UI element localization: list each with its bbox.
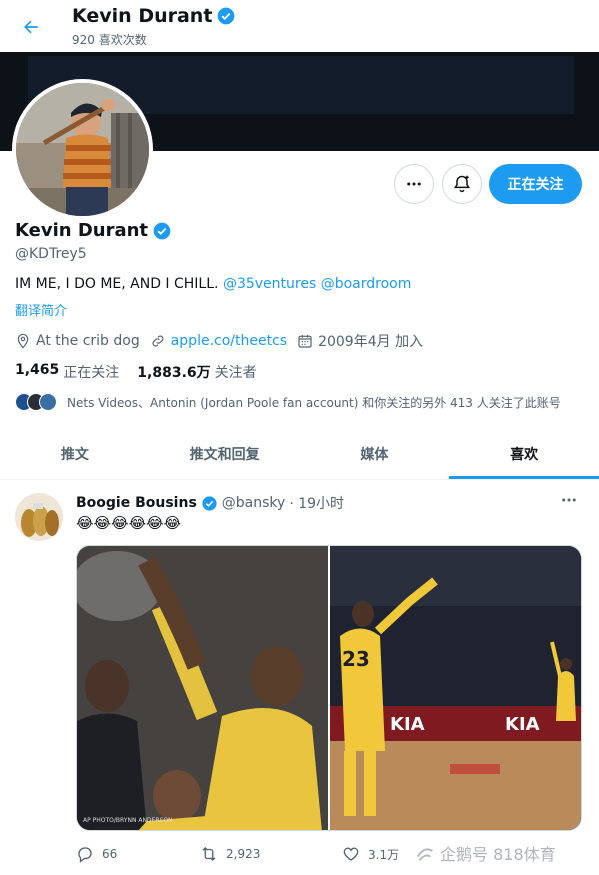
profile-handle: @KDTrey5	[15, 246, 87, 262]
penguin-logo-icon	[416, 848, 433, 861]
verified-badge-icon	[218, 7, 235, 25]
bio-text: IM ME, I DO ME, AND I CHILL.	[15, 276, 219, 292]
location-item: At the crib dog	[15, 333, 140, 349]
followed-by-text: Nets Videos、Antonin (Jordan Poole fan ac…	[67, 395, 561, 410]
following-count-link[interactable]: 1,465 正在关注	[15, 362, 137, 382]
retweet-button[interactable]: 2,923	[200, 845, 260, 863]
tab-likes[interactable]: 喜欢	[449, 428, 599, 479]
followers-count: 1,883.6万	[137, 365, 211, 381]
tweet-media: AP PHOTO/BRYNN ANDERSON KIA KIA 23	[76, 545, 582, 831]
tweet-author-name[interactable]: Boogie Bousins	[76, 495, 197, 511]
profile-name-row: Kevin Durant	[15, 220, 172, 241]
website-item: apple.co/theetcs	[150, 333, 287, 349]
photo-credit: AP PHOTO/BRYNN ANDERSON	[83, 817, 173, 824]
location-pin-icon	[17, 333, 29, 349]
retweet-count: 2,923	[226, 847, 261, 861]
header-title: Kevin Durant	[72, 5, 236, 27]
arrow-left-icon	[24, 20, 38, 34]
translate-bio-link[interactable]: 翻译简介	[15, 300, 67, 319]
tweet-photo-1[interactable]: AP PHOTO/BRYNN ANDERSON	[77, 546, 328, 830]
tweet-author-handle[interactable]: @bansky	[222, 495, 286, 511]
followed-by-row[interactable]: Nets Videos、Antonin (Jordan Poole fan ac…	[15, 393, 561, 411]
back-button[interactable]	[14, 10, 48, 44]
profile-tabs: 推文 推文和回复 媒体 喜欢	[0, 428, 599, 480]
author-avatar-image	[15, 493, 63, 541]
verified-badge-icon	[153, 222, 171, 239]
tweet-item[interactable]: Boogie Bousins @bansky · 19小时 😂😂😂😂😂😂 AP …	[0, 481, 599, 875]
svg-text:KIA: KIA	[505, 714, 540, 735]
calendar-icon	[298, 335, 312, 348]
location-text: At the crib dog	[36, 333, 140, 349]
watermark: 企鹅号 818体育	[414, 841, 556, 865]
profile-avatar[interactable]	[12, 79, 153, 220]
following-count: 1,465	[15, 362, 60, 378]
profile-name: Kevin Durant	[15, 220, 149, 241]
notifications-button[interactable]	[442, 164, 482, 204]
watermark-text: 企鹅号 818体育	[440, 845, 556, 864]
avatar-photo	[16, 83, 149, 216]
website-link[interactable]: apple.co/theetcs	[171, 333, 287, 349]
tweet-header: Boogie Bousins @bansky · 19小时	[76, 493, 344, 513]
more-dots-icon	[407, 182, 421, 186]
tweet-time[interactable]: · 19小时	[289, 493, 344, 513]
heart-icon	[343, 847, 359, 861]
header-name: Kevin Durant	[72, 5, 213, 27]
like-count: 3.1万	[368, 847, 400, 862]
retweet-icon	[202, 847, 216, 861]
tweet-more-button[interactable]	[560, 491, 578, 513]
tab-tweets[interactable]: 推文	[0, 428, 150, 479]
more-dots-icon	[562, 498, 576, 502]
verified-badge-icon	[202, 495, 217, 511]
link-icon	[152, 335, 164, 347]
bio-mention-boardroom[interactable]: @boardroom	[321, 276, 412, 292]
tab-tweets-and-replies[interactable]: 推文和回复	[150, 428, 300, 479]
like-button[interactable]: 3.1万	[342, 845, 399, 863]
more-options-button[interactable]	[394, 164, 434, 204]
joined-item: 2009年4月 加入	[297, 331, 423, 351]
tweet-text: 😂😂😂😂😂😂	[76, 514, 182, 532]
tweet-author-avatar[interactable]	[15, 493, 63, 541]
header-likes-count: 920 喜欢次数	[72, 33, 147, 47]
follower-avatar	[39, 393, 57, 411]
svg-text:KIA: KIA	[390, 714, 425, 735]
photo-1-image	[77, 546, 328, 830]
following-button[interactable]: 正在关注	[489, 164, 582, 204]
tweet-photo-2[interactable]: KIA KIA 23	[330, 546, 581, 830]
joined-text: 2009年4月 加入	[318, 334, 424, 350]
profile-meta: At the crib dog apple.co/theetcs 2009年4月…	[15, 331, 433, 351]
bell-plus-icon	[453, 175, 471, 193]
following-label: 正在关注	[63, 365, 120, 381]
svg-text:23: 23	[342, 647, 370, 671]
followers-label: 关注者	[214, 365, 257, 381]
reply-icon	[78, 847, 92, 863]
profile-bio: IM ME, I DO ME, AND I CHILL. @35ventures…	[15, 276, 411, 292]
follow-counts: 1,465 正在关注 1,883.6万 关注者	[15, 362, 275, 382]
followers-count-link[interactable]: 1,883.6万 关注者	[137, 362, 274, 382]
reply-count: 66	[102, 847, 118, 861]
reply-button[interactable]: 66	[76, 845, 117, 863]
bio-mention-35ventures[interactable]: @35ventures	[223, 276, 316, 292]
tab-media[interactable]: 媒体	[300, 428, 450, 479]
photo-2-image: KIA KIA 23	[330, 546, 581, 830]
top-bar: Kevin Durant 920 喜欢次数	[0, 0, 599, 52]
